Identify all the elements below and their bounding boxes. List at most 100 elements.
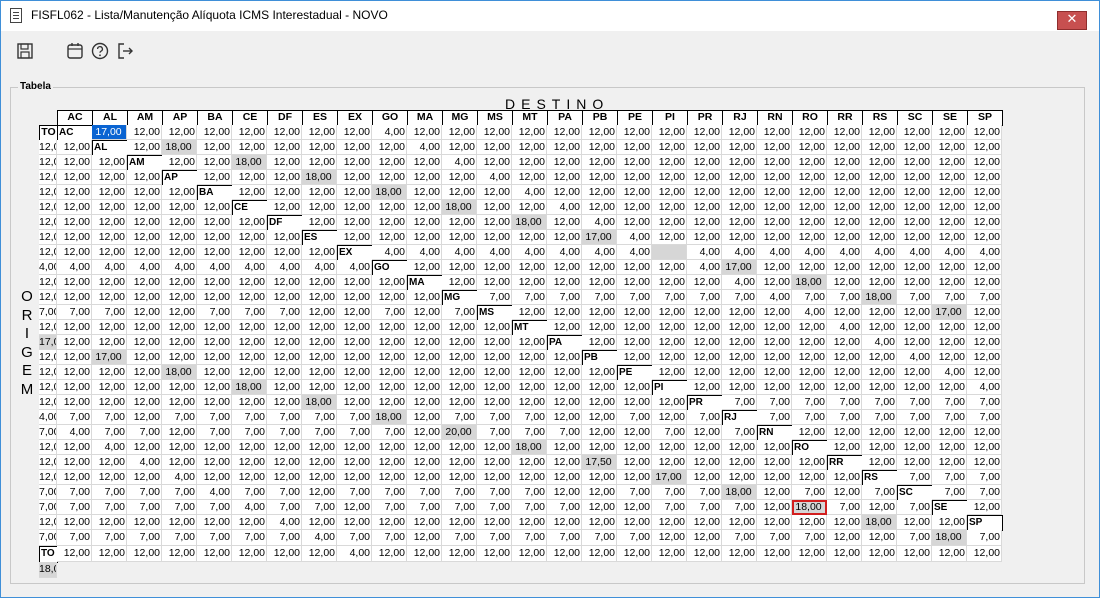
rate-cell[interactable]: 12,00	[792, 125, 827, 140]
rate-cell[interactable]: 12,00	[197, 365, 232, 380]
rate-cell[interactable]: 12,00	[302, 155, 337, 170]
rate-cell[interactable]: 12,00	[57, 440, 92, 455]
rate-cell[interactable]: 12,00	[897, 425, 932, 440]
rate-cell[interactable]: 4,00	[372, 245, 407, 260]
rate-cell[interactable]: 12,00	[162, 350, 197, 365]
rate-cell[interactable]: 7,00	[92, 530, 127, 546]
rate-cell[interactable]: 12,00	[57, 290, 92, 305]
rate-cell[interactable]: 12,00	[407, 395, 442, 410]
rate-cell[interactable]: 12,00	[582, 305, 617, 320]
rate-cell[interactable]: 12,00	[337, 380, 372, 395]
rate-cell[interactable]: 7,00	[897, 500, 932, 515]
rate-cell[interactable]: 12,00	[967, 170, 1002, 185]
rate-cell[interactable]: 12,00	[617, 350, 652, 365]
rate-cell[interactable]: 12,00	[57, 230, 92, 245]
rate-cell[interactable]: 12,00	[92, 185, 127, 200]
rate-cell[interactable]: 7,00	[757, 530, 792, 546]
rate-cell[interactable]: 7,00	[39, 425, 57, 440]
rate-cell[interactable]: 12,00	[232, 365, 267, 380]
rate-cell[interactable]: 12,00	[92, 245, 127, 260]
rate-cell[interactable]: 12,00	[477, 200, 512, 215]
rate-cell[interactable]: 12,00	[687, 365, 722, 380]
rate-cell[interactable]: 12,00	[652, 140, 687, 155]
rate-cell[interactable]: 12,00	[407, 470, 442, 485]
rate-cell[interactable]: 4,00	[39, 410, 57, 425]
rate-cell[interactable]: 12,00	[687, 125, 722, 140]
rate-cell[interactable]: 12,00	[827, 515, 862, 530]
rate-cell[interactable]: 4,00	[582, 245, 617, 260]
rate-cell[interactable]: 12,00	[337, 230, 372, 245]
rate-cell[interactable]: 12,00	[757, 155, 792, 170]
rate-cell[interactable]: 12,00	[407, 546, 442, 562]
rate-cell[interactable]: 12,00	[372, 275, 407, 290]
rate-cell[interactable]: 12,00	[722, 546, 757, 562]
rate-cell[interactable]: 12,00	[162, 125, 197, 140]
rate-cell[interactable]: 12,00	[267, 290, 302, 305]
rate-cell[interactable]: 12,00	[862, 155, 897, 170]
rate-cell[interactable]: 7,00	[687, 410, 722, 425]
rate-cell[interactable]: 12,00	[302, 546, 337, 562]
rate-cell[interactable]: 12,00	[232, 335, 267, 350]
rate-cell[interactable]: 17,00	[722, 260, 757, 275]
rate-cell[interactable]: 12,00	[967, 140, 1002, 155]
rate-cell[interactable]: 7,00	[39, 485, 57, 500]
rate-cell[interactable]: 12,00	[92, 546, 127, 562]
rate-cell[interactable]: 12,00	[477, 515, 512, 530]
rate-cell[interactable]: 7,00	[232, 410, 267, 425]
rate-cell[interactable]: 7,00	[372, 305, 407, 320]
rate-cell[interactable]: 4,00	[337, 260, 372, 275]
rate-cell[interactable]: 12,00	[232, 515, 267, 530]
rate-cell[interactable]: 12,00	[827, 230, 862, 245]
rate-cell[interactable]: 12,00	[407, 185, 442, 200]
rate-cell[interactable]: 12,00	[687, 546, 722, 562]
rate-cell[interactable]: 12,00	[92, 515, 127, 530]
rate-cell[interactable]: 12,00	[792, 380, 827, 395]
rate-cell[interactable]: 4,00	[407, 140, 442, 155]
rate-cell[interactable]: 12,00	[407, 200, 442, 215]
rate-cell[interactable]: 12,00	[512, 470, 547, 485]
rate-cell[interactable]: 12,00	[547, 380, 582, 395]
rate-cell[interactable]: 12,00	[337, 500, 372, 515]
rate-cell[interactable]: 7,00	[267, 500, 302, 515]
rate-cell[interactable]: 12,00	[722, 320, 757, 335]
rate-cell[interactable]: 12,00	[582, 395, 617, 410]
rate-cell[interactable]: 12,00	[232, 455, 267, 470]
rate-cell[interactable]: 12,00	[652, 275, 687, 290]
rate-cell[interactable]: 7,00	[652, 485, 687, 500]
rate-cell[interactable]: 12,00	[127, 515, 162, 530]
rate-cell[interactable]: 12,00	[232, 350, 267, 365]
rate-cell[interactable]: 12,00	[197, 290, 232, 305]
rate-cell[interactable]: 12,00	[407, 260, 442, 275]
rate-cell[interactable]: 12,00	[92, 320, 127, 335]
rate-cell[interactable]: 12,00	[617, 215, 652, 230]
rate-cell[interactable]: 12,00	[687, 530, 722, 546]
rate-cell[interactable]: 12,00	[407, 215, 442, 230]
rate-cell[interactable]: 12,00	[232, 440, 267, 455]
rate-cell[interactable]: 12,00	[967, 350, 1002, 365]
rate-cell[interactable]: 12,00	[57, 215, 92, 230]
rate-cell[interactable]: 12,00	[39, 155, 57, 170]
rate-cell[interactable]: 12,00	[687, 440, 722, 455]
rate-cell[interactable]: 12,00	[267, 230, 302, 245]
rate-cell[interactable]: 12,00	[442, 350, 477, 365]
rate-cell[interactable]: 12,00	[897, 380, 932, 395]
rate-cell[interactable]: 4,00	[267, 515, 302, 530]
rate-cell[interactable]: 12,00	[162, 305, 197, 320]
rate-cell[interactable]: 12,00	[39, 515, 57, 530]
rate-cell[interactable]: 12,00	[442, 380, 477, 395]
rate-cell[interactable]: 7,00	[302, 410, 337, 425]
rate-cell[interactable]: 12,00	[967, 260, 1002, 275]
rate-cell[interactable]: 12,00	[652, 410, 687, 425]
rate-cell[interactable]: 12,00	[197, 230, 232, 245]
rate-cell[interactable]: 7,00	[372, 485, 407, 500]
rate-cell[interactable]: 12,00	[92, 275, 127, 290]
rate-cell[interactable]: 12,00	[687, 515, 722, 530]
rate-cell[interactable]: 7,00	[442, 530, 477, 546]
rate-cell[interactable]: 7,00	[232, 530, 267, 546]
rate-cell[interactable]: 12,00	[267, 320, 302, 335]
rate-cell[interactable]: 7,00	[792, 410, 827, 425]
rate-cell[interactable]: 12,00	[967, 230, 1002, 245]
rate-cell[interactable]: 12,00	[582, 546, 617, 562]
rate-cell[interactable]: 12,00	[337, 125, 372, 140]
rate-cell[interactable]: 12,00	[197, 125, 232, 140]
